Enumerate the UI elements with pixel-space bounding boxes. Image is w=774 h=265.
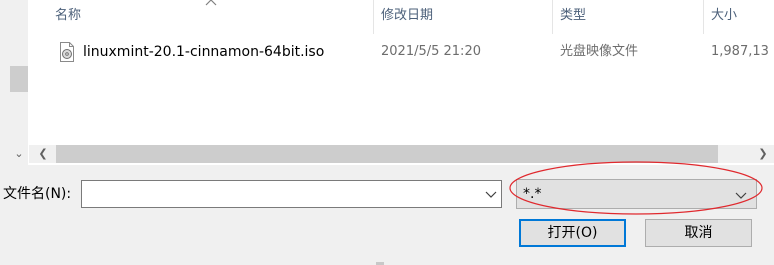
file-name-cell[interactable]: linuxmint-20.1-cinnamon-64bit.iso: [83, 35, 324, 69]
file-size-cell: 1,987,13: [711, 44, 769, 59]
file-type-filter-value: *.*: [523, 186, 542, 202]
column-divider[interactable]: [373, 0, 374, 34]
open-button[interactable]: 打开(O): [519, 219, 626, 247]
column-divider[interactable]: [703, 0, 704, 34]
scroll-right-icon[interactable]: ❯: [756, 145, 770, 163]
vertical-scrollbar-thumb[interactable]: [10, 66, 28, 92]
column-header-name[interactable]: 名称: [55, 0, 81, 34]
file-name-combobox[interactable]: [81, 180, 502, 208]
chevron-down-icon[interactable]: [734, 186, 748, 204]
cancel-button[interactable]: 取消: [645, 219, 752, 247]
chevron-down-icon[interactable]: [483, 185, 499, 203]
file-name-input[interactable]: [84, 183, 480, 205]
column-header-size[interactable]: 大小: [711, 0, 737, 34]
file-name-label: 文件名(N):: [3, 186, 72, 202]
column-header-modified[interactable]: 修改日期: [381, 0, 433, 34]
file-type-cell: 光盘映像文件: [560, 44, 639, 59]
column-divider[interactable]: [552, 0, 553, 34]
sort-ascending-icon: [205, 0, 217, 6]
file-list[interactable]: ⌄ 名称 修改日期 类型 大小 linuxmint-20.1-cinnamon-…: [0, 0, 774, 165]
scroll-down-icon[interactable]: ⌄: [10, 146, 28, 162]
file-modified-cell: 2021/5/5 21:20: [381, 44, 481, 59]
scroll-left-icon[interactable]: ❮: [36, 145, 50, 163]
horizontal-scrollbar-thumb[interactable]: [56, 145, 718, 163]
column-header-type[interactable]: 类型: [560, 0, 586, 34]
disc-image-icon: [60, 42, 74, 62]
file-type-filter-dropdown[interactable]: *.*: [516, 179, 757, 209]
